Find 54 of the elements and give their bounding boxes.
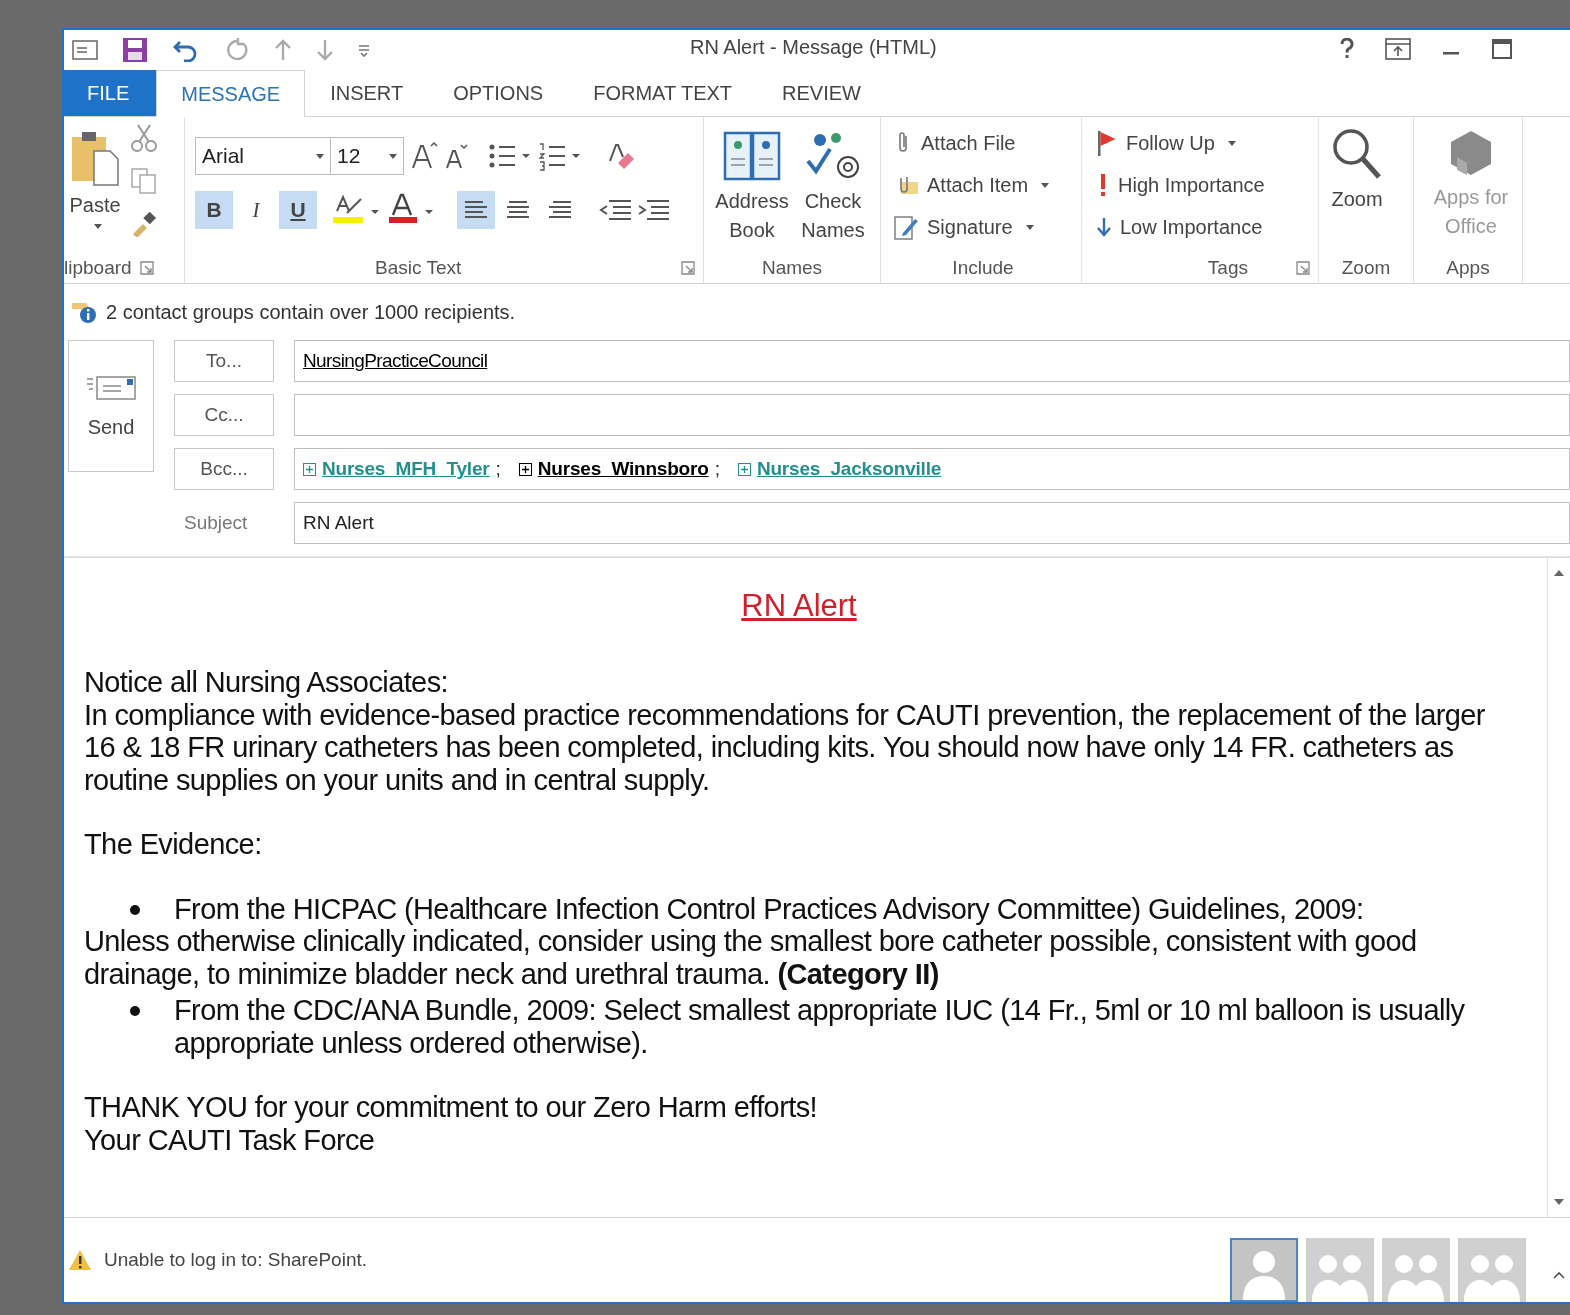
ribbon-tab[interactable]: OPTIONS: [428, 70, 569, 116]
separator-text: ;: [495, 458, 501, 480]
bullet-text: From the HICPAC (Healthcare Infection Control Practices Advisory Committee) Guidelines, 2009:: [174, 892, 1364, 925]
recipient-field[interactable]: Nurses_MFH_Tyler ; Nurses_Winnsboro ; Nurses_Jacksonville: [294, 448, 1570, 490]
underline-button[interactable]: U: [279, 191, 317, 229]
follow-up-button[interactable]: Follow Up: [1096, 127, 1310, 159]
low-button[interactable]: Low Importance: [1096, 211, 1310, 243]
bold-button[interactable]: B: [195, 191, 233, 229]
group-label: Basic Text: [375, 257, 462, 279]
group-label: Apps: [1446, 257, 1490, 279]
font-size-field[interactable]: 12: [330, 137, 404, 175]
body-text: Notice all Nursing Associates:: [84, 666, 448, 698]
recipient-name[interactable]: Nurses_Jacksonville: [756, 458, 942, 480]
attach-item-button[interactable]: Attach Item: [893, 169, 1073, 201]
status-message: Unable to log in to: SharePoint.: [104, 1249, 367, 1271]
ribbon-tab[interactable]: INSERT: [305, 70, 429, 116]
group-label: Names: [761, 257, 823, 279]
subject-field[interactable]: RN Alert: [294, 502, 1570, 544]
send-button[interactable]: Send: [68, 340, 154, 472]
group-label: lipboard: [64, 257, 132, 279]
body-text: Unless otherwise clinically indicated, consider using the smallest bore catheter possible, consistent with good drainage, to minimize bladder neck and urethral trauma. (Category II): [84, 925, 1418, 990]
group-label: Zoom: [1341, 257, 1391, 279]
body-text: In compliance with evidence-based practice recommendations for CAUTI prevention, the replacement of the larger 16 & 18 FR urinary catheters has been completed, including kits. You should now have only 14 FR. catheters as routine supplies on your units and in central supply.: [84, 698, 1485, 796]
ribbon-tab[interactable]: MESSAGE: [156, 70, 306, 117]
body-text: Your CAUTI Task Force: [84, 1123, 375, 1156]
high-button[interactable]: High Importance: [1096, 169, 1310, 201]
paste-button[interactable]: Paste: [64, 123, 122, 253]
recipient-name[interactable]: Nurses_Winnsboro: [537, 458, 709, 480]
address-field-button[interactable]: Cc...: [174, 394, 274, 436]
signature-button[interactable]: Signature: [893, 211, 1073, 243]
subject-label: Subject: [183, 512, 249, 534]
ribbon-tab[interactable]: REVIEW: [757, 70, 886, 116]
recipient-name[interactable]: NursingPracticeCouncil: [303, 350, 488, 372]
check-names-button[interactable]: Check Names: [794, 131, 872, 253]
zoom-button[interactable]: Zoom: [1327, 127, 1387, 253]
bullet-text: From the CDC/ANA Bundle, 2009: Select smallest appropriate IUC (14 Fr., 5ml or 10 ml balloon is usually appropriate unless ordered otherwise).: [174, 994, 1466, 1059]
message-heading: RN Alert: [741, 588, 857, 623]
italic-button[interactable]: I: [237, 191, 275, 229]
attach-file-button[interactable]: Attach File: [893, 127, 1073, 159]
ribbon-tab[interactable]: FILE: [64, 70, 157, 116]
body-text: The Evidence:: [84, 828, 262, 860]
separator-text: ;: [714, 458, 720, 480]
window-title: RN Alert - Message (HTML): [690, 36, 937, 59]
group-label: Include: [952, 257, 1014, 279]
group-label: Tags: [1207, 257, 1248, 279]
recipient-name[interactable]: Nurses_MFH_Tyler: [322, 458, 490, 480]
address-field-button[interactable]: Bcc...: [174, 448, 274, 490]
body-text: THANK YOU for your commitment to our Zero Harm efforts!: [84, 1091, 818, 1123]
address-field-button[interactable]: To...: [174, 340, 274, 382]
info-message: 2 contact groups contain over 1000 recipients.: [106, 300, 516, 324]
ribbon-tab[interactable]: FORMAT TEXT: [568, 70, 758, 116]
address-book-button[interactable]: Address Book: [712, 131, 792, 253]
recipient-field[interactable]: NursingPracticeCouncil: [294, 340, 1570, 382]
font-field[interactable]: Arial: [195, 137, 331, 175]
